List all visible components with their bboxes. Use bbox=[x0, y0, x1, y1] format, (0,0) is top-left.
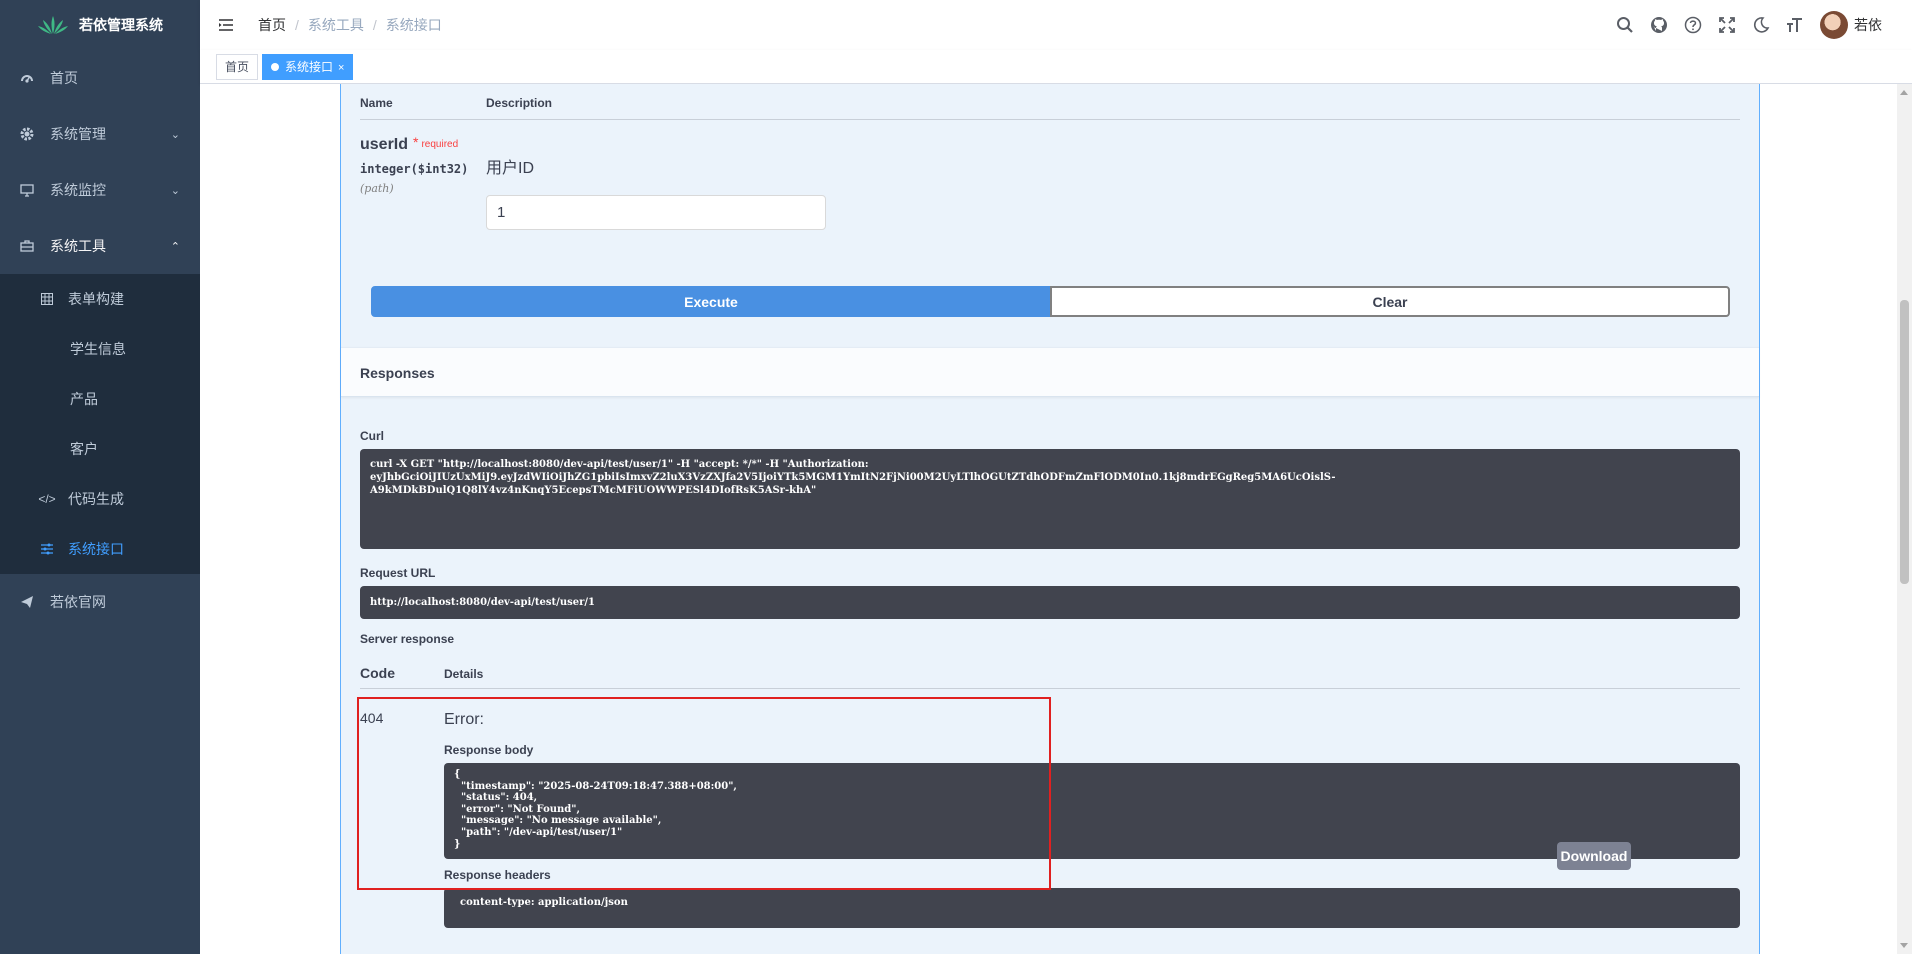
col-name-header: Name bbox=[360, 96, 393, 110]
sidebar-title: 若依管理系统 bbox=[79, 17, 163, 33]
scrollbar-thumb[interactable] bbox=[1900, 300, 1909, 584]
breadcrumb-home[interactable]: 首页 bbox=[258, 15, 286, 35]
sidebar: 若依管理系统 首页 系统管理 ⌄ 系统监控 ⌄ 系统工具 ⌃ 表单构建 学生信息… bbox=[0, 0, 200, 954]
curl-label: Curl bbox=[360, 429, 384, 443]
sidebar-item-label: 产品 bbox=[70, 391, 98, 407]
sidebar-item-label: 系统管理 bbox=[50, 126, 106, 142]
sidebar-item-label: 客户 bbox=[70, 441, 98, 457]
monitor-icon bbox=[20, 183, 34, 197]
param-description: 用户ID bbox=[486, 160, 535, 177]
code-header: Code bbox=[360, 665, 395, 681]
dashboard-icon bbox=[20, 71, 34, 85]
sidebar-item-home[interactable]: 首页 bbox=[0, 50, 200, 106]
sidebar-item-form-builder[interactable]: 表单构建 bbox=[0, 274, 200, 324]
sidebar-item-label: 学生信息 bbox=[70, 341, 126, 357]
parameters-header: Name Description bbox=[360, 96, 1740, 120]
highlight-box bbox=[357, 697, 1051, 890]
chevron-down-icon: ⌄ bbox=[170, 128, 180, 141]
username[interactable]: 若依 bbox=[1854, 15, 1882, 35]
sidebar-item-label: 代码生成 bbox=[68, 491, 124, 507]
sidebar-item-label: 系统监控 bbox=[50, 182, 106, 198]
param-required: * required bbox=[413, 134, 458, 150]
github-icon[interactable] bbox=[1650, 16, 1668, 34]
sidebar-item-student-info[interactable]: 学生信息 bbox=[0, 324, 200, 374]
sidebar-item-system-tools[interactable]: 系统工具 ⌃ bbox=[0, 218, 200, 274]
breadcrumb-separator: / bbox=[372, 17, 377, 33]
response-table-header: Code Details bbox=[360, 665, 1740, 689]
param-location: (path) bbox=[360, 182, 394, 195]
sidebar-item-label: 若依官网 bbox=[50, 594, 106, 610]
breadcrumb-system-tools: 系统工具 bbox=[307, 17, 364, 33]
request-url-block: http://localhost:8080/dev-api/test/user/… bbox=[360, 586, 1740, 619]
curl-code-block: curl -X GET "http://localhost:8080/dev-a… bbox=[360, 449, 1740, 549]
help-icon[interactable] bbox=[1684, 16, 1702, 34]
sidebar-logo[interactable]: 若依管理系统 bbox=[0, 0, 200, 50]
sidebar-item-system-monitor[interactable]: 系统监控 ⌄ bbox=[0, 162, 200, 218]
clear-button[interactable]: Clear bbox=[1050, 286, 1730, 317]
code-icon: </> bbox=[38, 492, 56, 506]
request-url-label: Request URL bbox=[360, 566, 436, 580]
download-button[interactable]: Download bbox=[1557, 842, 1631, 870]
sidebar-item-label: 表单构建 bbox=[68, 291, 124, 307]
scroll-up-icon[interactable] bbox=[1900, 90, 1908, 95]
sidebar-item-customer[interactable]: 客户 bbox=[0, 424, 200, 474]
responses-header: Responses bbox=[341, 347, 1759, 397]
font-size-icon[interactable] bbox=[1786, 16, 1804, 34]
col-description-header: Description bbox=[486, 96, 553, 110]
sidebar-item-system-management[interactable]: 系统管理 ⌄ bbox=[0, 106, 200, 162]
toolbox-icon bbox=[20, 239, 34, 253]
breadcrumb-separator: / bbox=[295, 17, 299, 33]
navbar: 首页 / 系统工具 / 系统接口 若依 bbox=[200, 0, 1912, 50]
navbar-right-menu: 若依 bbox=[1616, 0, 1882, 50]
response-headers-block: content-type: application/json bbox=[444, 888, 1740, 928]
close-icon[interactable]: × bbox=[338, 62, 344, 74]
param-type: integer($int32) bbox=[360, 162, 469, 176]
sidebar-item-product[interactable]: 产品 bbox=[0, 374, 200, 424]
chevron-up-icon: ⌃ bbox=[170, 240, 180, 253]
userid-input[interactable] bbox=[486, 195, 826, 230]
active-dot-icon bbox=[271, 63, 279, 71]
scroll-down-icon[interactable] bbox=[1900, 943, 1908, 948]
tags-view: 首页 系统接口 × bbox=[200, 50, 1912, 84]
fullscreen-icon[interactable] bbox=[1718, 16, 1736, 34]
breadcrumb: 首页 / 系统工具 / 系统接口 bbox=[258, 15, 442, 35]
avatar[interactable] bbox=[1820, 11, 1848, 39]
sidebar-item-code-gen[interactable]: </> 代码生成 bbox=[0, 474, 200, 524]
sliders-icon bbox=[40, 542, 54, 556]
sidebar-item-system-api[interactable]: 系统接口 bbox=[0, 524, 200, 574]
send-icon bbox=[20, 595, 34, 609]
tag-label: 系统接口 bbox=[285, 60, 334, 74]
logo-icon bbox=[38, 16, 68, 34]
page-scrollbar[interactable] bbox=[1897, 84, 1912, 954]
table-icon bbox=[40, 292, 54, 306]
gear-icon bbox=[20, 127, 34, 141]
details-header: Details bbox=[444, 667, 484, 681]
breadcrumb-system-api: 系统接口 bbox=[385, 17, 442, 33]
moon-icon[interactable] bbox=[1752, 16, 1770, 34]
search-icon[interactable] bbox=[1616, 16, 1634, 34]
sidebar-item-label: 系统工具 bbox=[50, 238, 106, 254]
sidebar-item-label: 系统接口 bbox=[68, 541, 124, 557]
responses-title: Responses bbox=[360, 365, 435, 381]
tag-home[interactable]: 首页 bbox=[216, 54, 259, 80]
sidebar-submenu-tools: 表单构建 学生信息 产品 客户 </> 代码生成 系统接口 bbox=[0, 274, 200, 574]
sidebar-item-label: 首页 bbox=[50, 70, 78, 86]
required-label: required bbox=[421, 139, 459, 150]
server-response-label: Server response bbox=[360, 632, 455, 646]
sidebar-item-official-site[interactable]: 若依官网 bbox=[0, 574, 200, 630]
hamburger-icon[interactable] bbox=[218, 17, 234, 33]
param-name: userId bbox=[360, 136, 409, 153]
execute-button[interactable]: Execute bbox=[371, 286, 1051, 317]
required-star: * bbox=[413, 134, 419, 150]
chevron-down-icon: ⌄ bbox=[170, 184, 180, 197]
tag-system-api[interactable]: 系统接口 × bbox=[262, 54, 354, 80]
